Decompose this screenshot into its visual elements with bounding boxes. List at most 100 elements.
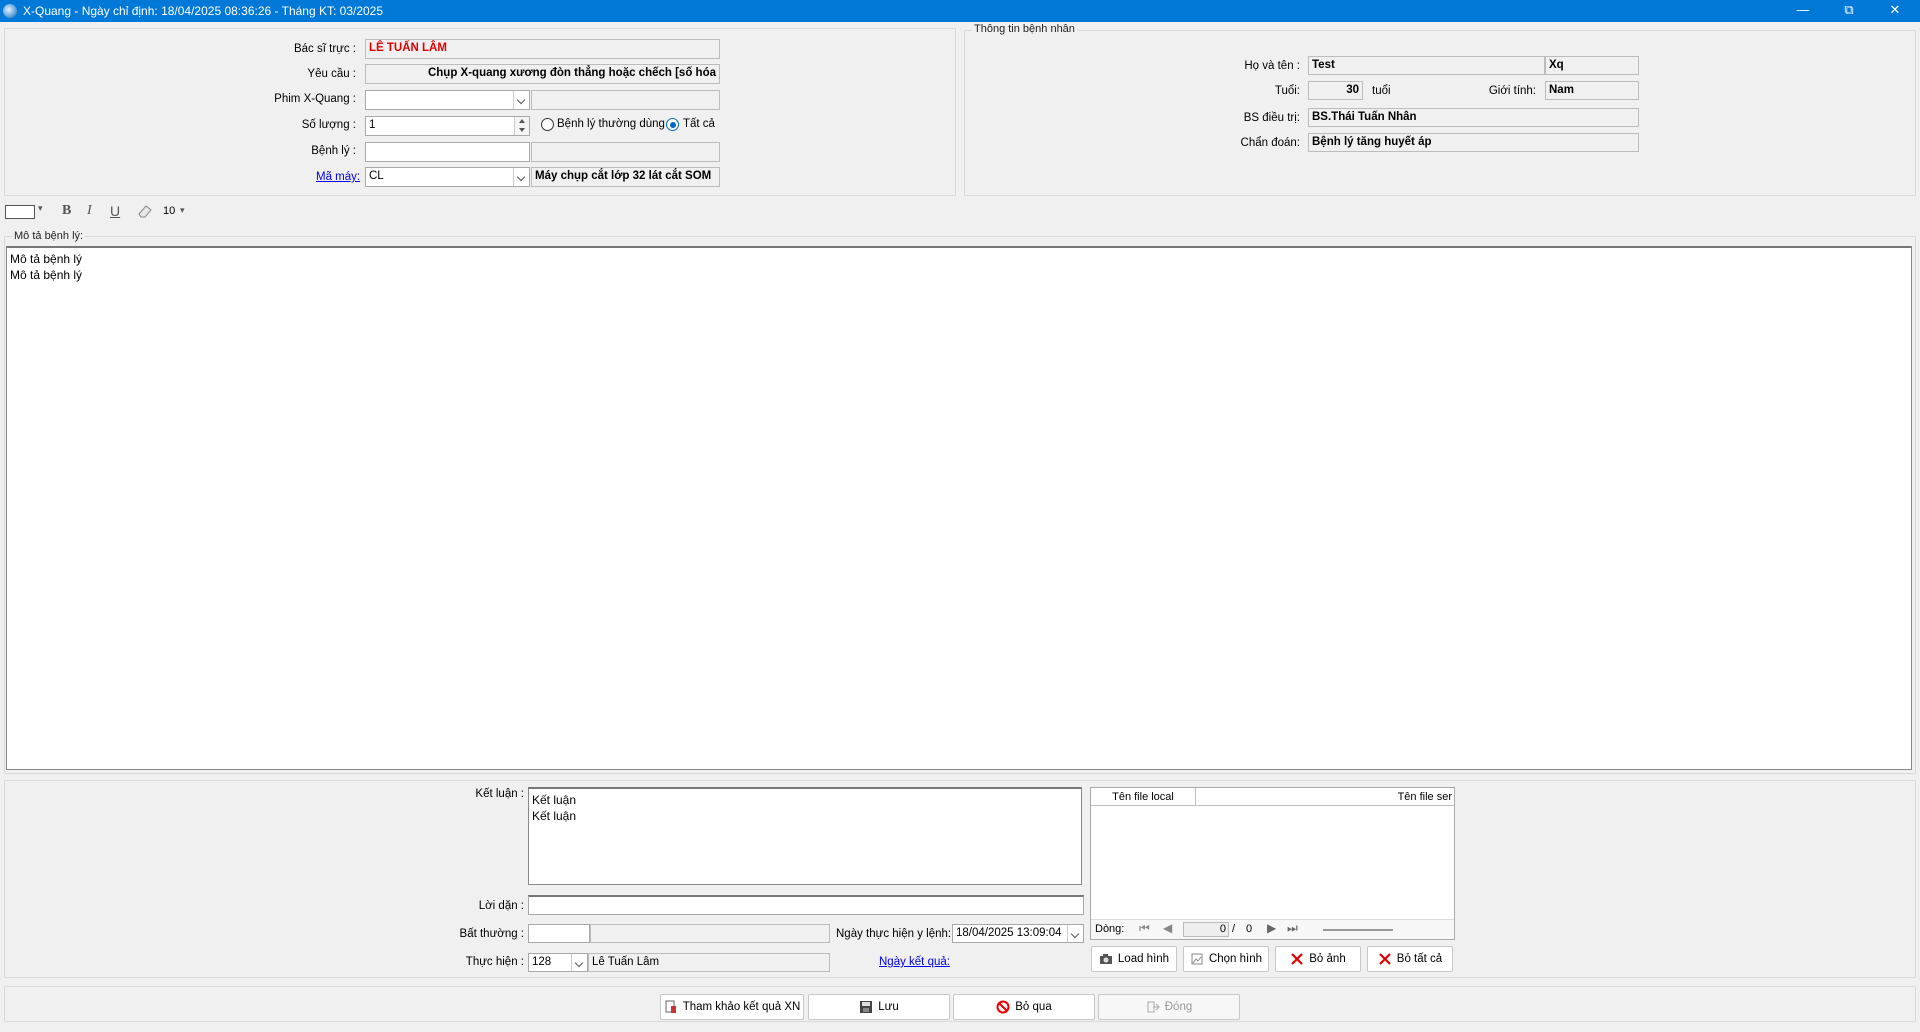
zoom-slider[interactable] xyxy=(1323,929,1393,931)
bs-dieu-tri-field: BS.Thái Tuấn Nhân xyxy=(1308,108,1639,127)
bat-thuong-input[interactable] xyxy=(528,924,590,943)
save-label: Lưu xyxy=(878,1001,899,1013)
skip-label: Bỏ qua xyxy=(1015,1001,1052,1013)
ma-may-name-field: Máy chụp cắt lớp 32 lát cắt SOM xyxy=(531,167,720,187)
app-globe-icon xyxy=(3,4,17,18)
phim-xquang-select[interactable] xyxy=(365,90,530,110)
ngay-ket-qua-link[interactable]: Ngày kết quả: xyxy=(879,956,950,968)
ma-may-link[interactable]: Mã máy: xyxy=(316,171,360,183)
chan-doan-label: Chẩn đoán: xyxy=(1240,137,1300,149)
remove-image-label: Bỏ ảnh xyxy=(1309,953,1346,965)
loi-dan-input[interactable] xyxy=(528,895,1084,915)
files-grid[interactable]: Tên file local Tên file ser Dòng: ⏮ ◀ 0 … xyxy=(1090,787,1455,940)
remove-all-images-label: Bỏ tất cả xyxy=(1396,953,1443,965)
stepper-arrows[interactable] xyxy=(514,117,529,135)
close-button[interactable]: ✕ xyxy=(1872,0,1918,22)
ho-ten-field: Test xyxy=(1308,56,1545,75)
remove-image-button[interactable]: Bỏ ảnh xyxy=(1275,946,1361,972)
window-title: X-Quang - Ngày chỉ định: 18/04/2025 08:3… xyxy=(23,4,384,18)
tham-khao-button[interactable]: Tham khảo kết quả XN xyxy=(660,994,804,1020)
eraser-icon[interactable] xyxy=(137,204,153,221)
bac-si-truc-label: Bác sĩ trực : xyxy=(293,43,356,55)
chevron-down-icon[interactable] xyxy=(513,168,529,186)
nav-current-input[interactable]: 0 xyxy=(1183,922,1229,937)
restore-button[interactable]: ⧉ xyxy=(1826,0,1872,22)
bs-dieu-tri-label: BS điều trị: xyxy=(1243,112,1300,124)
chevron-down-icon[interactable] xyxy=(513,91,529,109)
description-line: Mô tả bệnh lý xyxy=(10,268,83,282)
so-luong-label: Số lượng : xyxy=(301,119,356,131)
bold-button[interactable]: B xyxy=(62,203,71,219)
phim-xquang-label: Phim X-Quang : xyxy=(274,93,356,105)
tham-khao-label: Tham khảo kết quả XN xyxy=(682,1001,801,1013)
benh-ly-input[interactable] xyxy=(365,142,530,162)
choose-image-button[interactable]: Chọn hình xyxy=(1183,946,1269,972)
chan-doan-field: Bệnh lý tăng huyết áp xyxy=(1308,133,1639,152)
stepper-down-icon[interactable] xyxy=(519,128,525,132)
minimize-button[interactable]: — xyxy=(1780,0,1826,22)
close-form-label: Đóng xyxy=(1164,1001,1193,1013)
radio-tat-ca-label[interactable]: Tất cả xyxy=(683,118,715,130)
description-legend: Mô tả bệnh lý: xyxy=(12,230,86,242)
floppy-disk-icon xyxy=(859,1000,873,1014)
choose-image-label: Chọn hình xyxy=(1208,953,1263,965)
description-editor[interactable]: Mô tả bệnh lý Mô tả bệnh lý xyxy=(6,246,1912,770)
nav-separator: / xyxy=(1232,923,1236,935)
stepper-up-icon[interactable] xyxy=(519,119,525,123)
yeu-cau-field: Chụp X-quang xương đòn thẳng hoặc chếch … xyxy=(365,64,720,84)
chevron-down-icon[interactable] xyxy=(1067,925,1083,942)
save-button[interactable]: Lưu xyxy=(808,994,950,1020)
chevron-down-icon[interactable] xyxy=(571,954,587,971)
patient-info-legend: Thông tin bệnh nhân xyxy=(972,23,1077,35)
nav-next-icon[interactable]: ▶ xyxy=(1267,921,1276,935)
so-luong-stepper[interactable]: 1 xyxy=(365,116,530,136)
color-picker-dropdown-icon[interactable]: ▾ xyxy=(38,203,43,214)
camera-icon xyxy=(1099,952,1113,966)
close-icon xyxy=(1378,952,1392,966)
ket-luan-line: Kết luận xyxy=(532,793,577,807)
ho-ten-field-2: Xq xyxy=(1545,56,1639,75)
color-picker-swatch[interactable] xyxy=(5,205,35,219)
remove-all-images-button[interactable]: Bỏ tất cả xyxy=(1367,946,1453,972)
ngay-thuc-hien-value: 18/04/2025 13:09:04 xyxy=(956,927,1062,939)
ket-luan-label: Kết luận : xyxy=(475,788,524,800)
ho-ten-label: Họ và tên : xyxy=(1244,60,1300,72)
ma-may-select[interactable]: CL xyxy=(365,167,530,187)
lab-report-icon xyxy=(664,1000,678,1014)
col-header-server[interactable]: Tên file ser xyxy=(1196,788,1454,806)
exit-icon xyxy=(1146,1000,1160,1014)
col-header-local[interactable]: Tên file local xyxy=(1091,788,1196,806)
tuoi-label: Tuổi: xyxy=(1274,85,1300,97)
ngay-thuc-hien-picker[interactable]: 18/04/2025 13:09:04 xyxy=(952,924,1084,943)
ngay-thuc-hien-label: Ngày thực hiện y lệnh: xyxy=(836,928,952,940)
skip-button[interactable]: Bỏ qua xyxy=(953,994,1095,1020)
radio-benh-ly-thuong-dung-label[interactable]: Bệnh lý thường dùng xyxy=(557,118,665,130)
nav-label: Dòng: xyxy=(1095,923,1125,935)
thuc-hien-select[interactable]: 128 xyxy=(528,953,588,972)
radio-benh-ly-thuong-dung[interactable] xyxy=(541,118,554,131)
thuc-hien-code: 128 xyxy=(532,956,552,968)
underline-button[interactable]: U xyxy=(110,203,120,219)
ket-luan-textarea[interactable]: Kết luận Kết luận xyxy=(528,787,1082,885)
image-select-icon xyxy=(1190,952,1204,966)
radio-tat-ca[interactable] xyxy=(666,118,679,131)
bac-si-truc-field: LÊ TUẤN LÂM xyxy=(365,39,720,59)
description-line: Mô tả bệnh lý xyxy=(10,252,83,266)
ma-may-value: CL xyxy=(369,170,384,182)
title-bar: X-Quang - Ngày chỉ định: 18/04/2025 08:3… xyxy=(0,0,1920,22)
font-size-dropdown-icon[interactable]: ▾ xyxy=(180,205,185,216)
gioi-tinh-field: Nam xyxy=(1545,81,1639,100)
yeu-cau-label: Yêu cầu : xyxy=(307,68,356,80)
benh-ly-label: Bệnh lý : xyxy=(311,145,356,157)
close-icon xyxy=(1290,952,1304,966)
close-form-button[interactable]: Đóng xyxy=(1098,994,1240,1020)
benh-ly-name-field xyxy=(531,142,720,162)
nav-last-icon[interactable]: ⏭ xyxy=(1287,921,1298,936)
load-image-button[interactable]: Load hình xyxy=(1091,946,1177,972)
nav-prev-icon[interactable]: ◀ xyxy=(1163,921,1172,935)
bat-thuong-label: Bất thường : xyxy=(459,928,524,940)
nav-first-icon[interactable]: ⏮ xyxy=(1139,921,1150,936)
font-size-select[interactable]: 10 xyxy=(163,205,175,217)
italic-button[interactable]: I xyxy=(87,203,92,219)
tuoi-field: 30 xyxy=(1308,81,1363,100)
